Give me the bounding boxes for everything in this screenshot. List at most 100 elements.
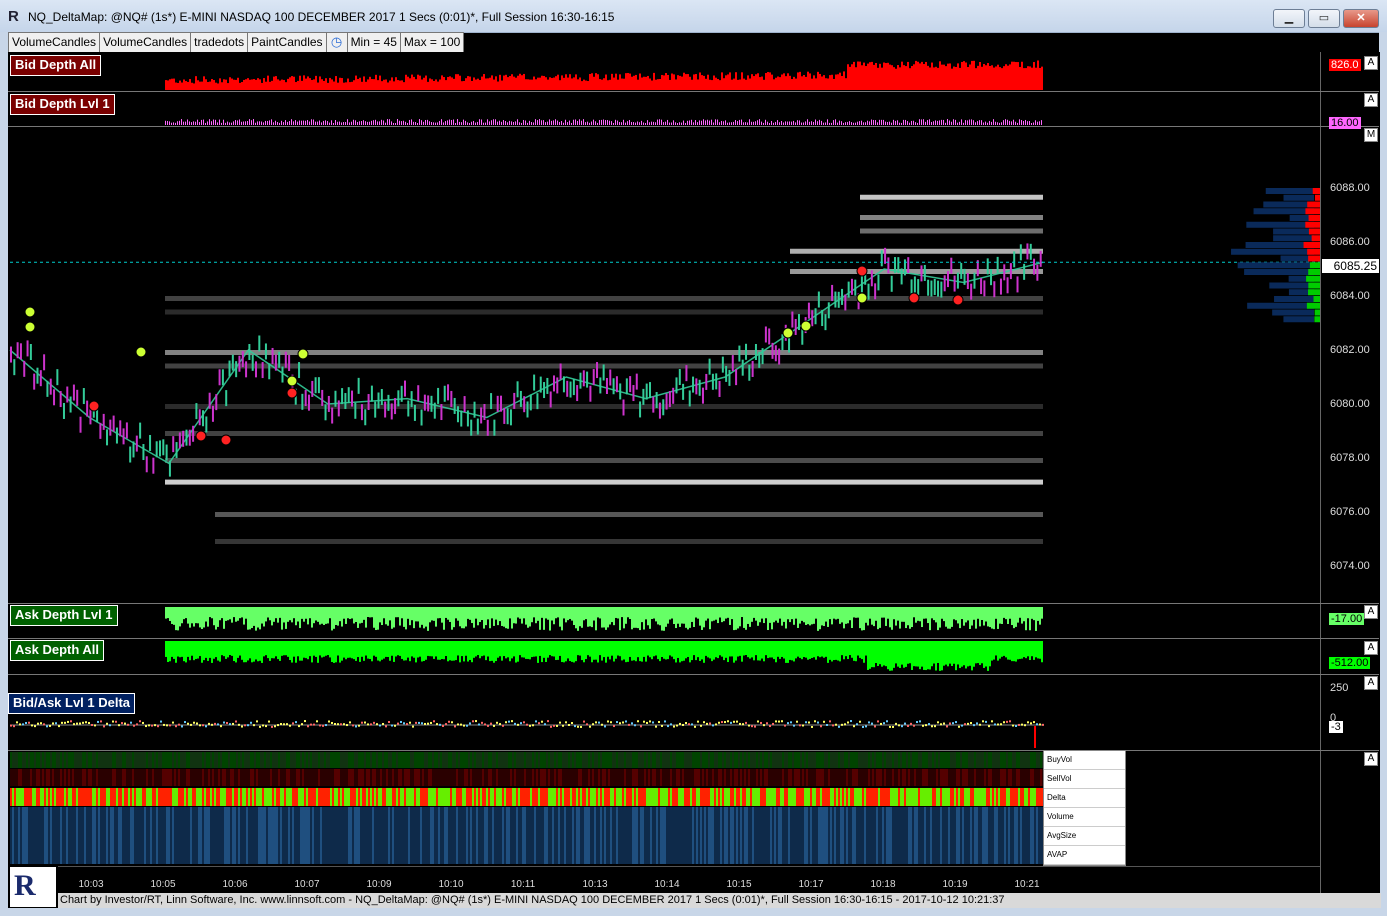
delta-bar [374,788,376,806]
manual-scale-button[interactable]: M [1364,128,1378,142]
delta-label[interactable]: Bid/Ask Lvl 1 Delta [8,693,136,714]
price-candle [589,385,592,402]
delta-bar [556,788,558,806]
ask-depth-all-bar [737,641,739,657]
buyvol-bar [44,752,46,768]
delta-bar [362,788,364,806]
ask-depth-all-bar [273,641,275,659]
bid-depth-all-bar [741,72,743,90]
bid-depth-lvl1-bar [767,121,768,125]
sellvol-bar [460,769,462,786]
buyvol-bar [422,752,424,768]
delta-bar [972,788,974,806]
delta-bar [932,788,934,806]
pane-divider[interactable] [8,674,1379,675]
bid-depth-all-bar [937,67,939,90]
volume-bar [898,807,900,864]
bid-depth-all-bar [583,79,585,90]
sellvol-bar [348,769,350,786]
volume-bar [14,807,16,864]
ask-depth-all-bar [629,641,631,657]
sellvol-bar [94,769,96,786]
volume-bar [434,807,436,864]
delta-dot [802,724,804,727]
delta-dot [157,725,159,728]
ask-depth-all-bar [725,641,727,658]
delta-dot [79,722,81,725]
buyvol-bar [936,752,938,768]
volume-bar [86,807,88,864]
delta-dot [982,720,984,723]
time-tick: 10:11 [510,879,536,890]
sellvol-bar [52,769,54,786]
ask-depth-lvl1-bar [225,607,227,621]
sellvol-bar [816,769,818,786]
ask-depth-lvl1-bar [891,607,893,630]
autoscale-button[interactable]: A [1364,56,1378,70]
pane-divider[interactable] [8,603,1379,604]
bid-depth-lvl1-bar [327,121,328,125]
volume-bar [568,807,570,864]
ask-depth-lvl1-bar [931,607,933,619]
ask-depth-lvl1-bar [507,607,509,629]
ask-depth-lvl1-label[interactable]: Ask Depth Lvl 1 [10,605,118,626]
delta-dot [340,723,342,726]
delta-bar [232,788,234,806]
buyvol-bar [840,752,842,768]
autoscale-button[interactable]: A [1364,752,1378,766]
delta-dot [967,722,969,725]
delta-dot [535,720,537,723]
ask-depth-lvl1-bar [215,607,217,630]
delta-bar [720,788,722,806]
bid-depth-lvl1-bar [939,120,940,125]
pane-divider[interactable] [8,750,1379,751]
volume-bar [598,807,600,864]
sellvol-bar [424,769,426,786]
autoscale-button[interactable]: A [1364,676,1378,690]
pane-divider[interactable] [8,126,1379,127]
buyvol-bar [98,752,100,768]
ask-depth-all-bar [583,641,585,663]
bid-depth-lvl1-bar [247,121,248,125]
buyvol-bar [270,752,272,768]
autoscale-button[interactable]: A [1364,93,1378,107]
bid-depth-lvl1-bar [1035,120,1036,125]
buyvol-bar [902,752,904,768]
delta-dot [829,720,831,723]
price-candle [569,381,572,398]
autoscale-button[interactable]: A [1364,605,1378,619]
bid-depth-lvl1-bar [245,121,246,125]
pane-divider[interactable] [8,91,1379,92]
autoscale-button[interactable]: A [1364,641,1378,655]
delta-bar [552,788,554,806]
volume-bar [466,807,468,864]
buyvol-bar [860,752,862,768]
sellvol-bar [158,769,160,786]
ask-depth-all-bar [257,641,259,662]
volume-bar [870,807,872,864]
bid-depth-lvl1-bar [191,122,192,125]
ask-depth-all-bar [761,641,763,659]
sellvol-bar [544,769,546,786]
ask-depth-all-label[interactable]: Ask Depth All [10,640,105,661]
delta-bar [132,788,134,806]
delta-dot [628,723,630,726]
price-candle [950,257,953,274]
bid-depth-lvl1-bar [545,122,546,125]
price-candle [437,387,440,404]
sellvol-bar [20,769,22,786]
sellvol-bar [110,769,112,786]
volume-bar [394,807,396,864]
ask-depth-lvl1-bar [341,607,343,627]
chart-canvas[interactable] [0,0,1387,916]
ask-depth-lvl1-bar [635,607,637,628]
pane-divider[interactable] [8,638,1379,639]
ask-depth-lvl1-bar [615,607,617,618]
time-axis[interactable]: 10:03 10:05 10:06 10:07 10:09 10:10 10:1… [58,866,1320,893]
ask-depth-lvl1-bar [599,607,601,619]
bid-depth-all-bar [915,60,917,90]
bid-depth-all-label[interactable]: Bid Depth All [10,55,102,76]
volume-bar [1038,807,1040,864]
bid-depth-lvl1-label[interactable]: Bid Depth Lvl 1 [10,94,115,115]
sellvol-bar [122,769,124,786]
